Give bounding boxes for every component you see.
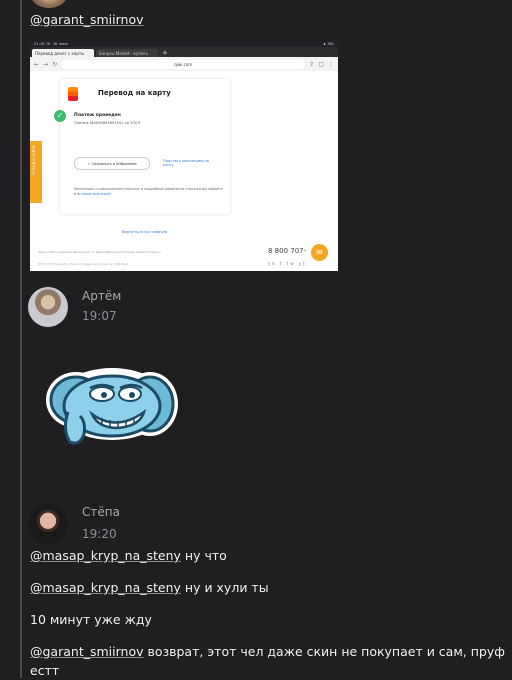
elephant-sticker[interactable] xyxy=(40,360,180,459)
user-name[interactable]: Артём xyxy=(82,289,121,303)
browser-tab: Бонусы Market - купить xyxy=(96,49,158,57)
message-text: @masap_kryp_na_steny ну и хули ты xyxy=(30,580,269,595)
mention-link[interactable]: @masap_kryp_na_steny xyxy=(30,580,181,595)
browser-toolbar: ← → ↻ qiwi.com ⇪ ▢ ⋮ xyxy=(30,57,338,71)
page-title: Перевод на карту xyxy=(98,89,171,97)
battery-status: ◆ 96% xyxy=(323,42,334,46)
mention-link[interactable]: @masap_kryp_na_steny xyxy=(30,548,181,563)
tabs-icon: ▢ xyxy=(318,60,324,68)
message-text: @garant_smiirnov возврат, этот чел даже … xyxy=(30,644,505,678)
payment-status: Платеж проведен xyxy=(74,113,121,118)
reload-icon: ↻ xyxy=(52,60,58,68)
back-home-link: Вернуться на главную xyxy=(122,229,168,234)
message-text: 10 минут уже жду xyxy=(30,612,152,627)
site-footer: Карта QIWI кошелька Безопасность Идентиф… xyxy=(38,250,161,254)
menu-icon: ⋮ xyxy=(328,60,334,68)
address-bar: qiwi.com xyxy=(61,59,306,69)
payment-details: Платеж №4090894891541 на 200 ₽ xyxy=(74,121,141,125)
forward-arrow-icon: → xyxy=(43,60,49,68)
mention-message: @garant_smiirnov xyxy=(30,12,144,27)
feedback-tab: Отзыв о сайте xyxy=(30,141,42,203)
support-phone: 8 800 707- xyxy=(268,247,307,255)
thread-line xyxy=(20,0,22,678)
message-text: @masap_kryp_na_steny ну что xyxy=(30,548,227,563)
mention-link[interactable]: @garant_smiirnov xyxy=(30,644,144,659)
site-footer-bottom: QIWI 2023 Кошелёк Новости Защита Контакт… xyxy=(38,262,129,266)
message-time: 19:20 xyxy=(82,527,117,541)
share-icon: ⇪ xyxy=(309,60,315,68)
status-time: 21:26 Пт 28 июня xyxy=(34,42,68,46)
history-link: истории платежей xyxy=(77,192,111,196)
user-name[interactable]: Стёпа xyxy=(82,505,120,519)
qiwi-logo-icon xyxy=(68,87,78,101)
info-text: Квитанцию о совершенном платеже и подроб… xyxy=(74,187,223,196)
receipt-link: Прислать квитанцию на почту xyxy=(163,159,209,167)
avatar[interactable] xyxy=(30,0,68,8)
new-tab-icon: + xyxy=(162,49,168,57)
browser-tabs: Перевод денег с карты Бонусы Market - ку… xyxy=(30,47,338,57)
message-time: 19:07 xyxy=(82,309,117,323)
avatar[interactable] xyxy=(28,504,68,544)
save-favorite-button: ☆ Сохранить в Избранное xyxy=(74,157,150,170)
back-arrow-icon: ← xyxy=(34,60,40,68)
attached-screenshot[interactable]: 21:26 Пт 28 июня ◆ 96% Перевод денег с к… xyxy=(30,41,338,271)
mention-link[interactable]: @garant_smiirnov xyxy=(30,12,144,27)
browser-tab-active: Перевод денег с карты xyxy=(32,49,94,57)
social-icons: vk f tw yt xyxy=(268,261,307,266)
chat-icon: ✉ xyxy=(311,244,328,261)
avatar[interactable] xyxy=(28,287,68,327)
check-icon: ✓ xyxy=(54,110,66,122)
payment-card: Перевод на карту ✓ Платеж проведен Плате… xyxy=(54,79,230,214)
